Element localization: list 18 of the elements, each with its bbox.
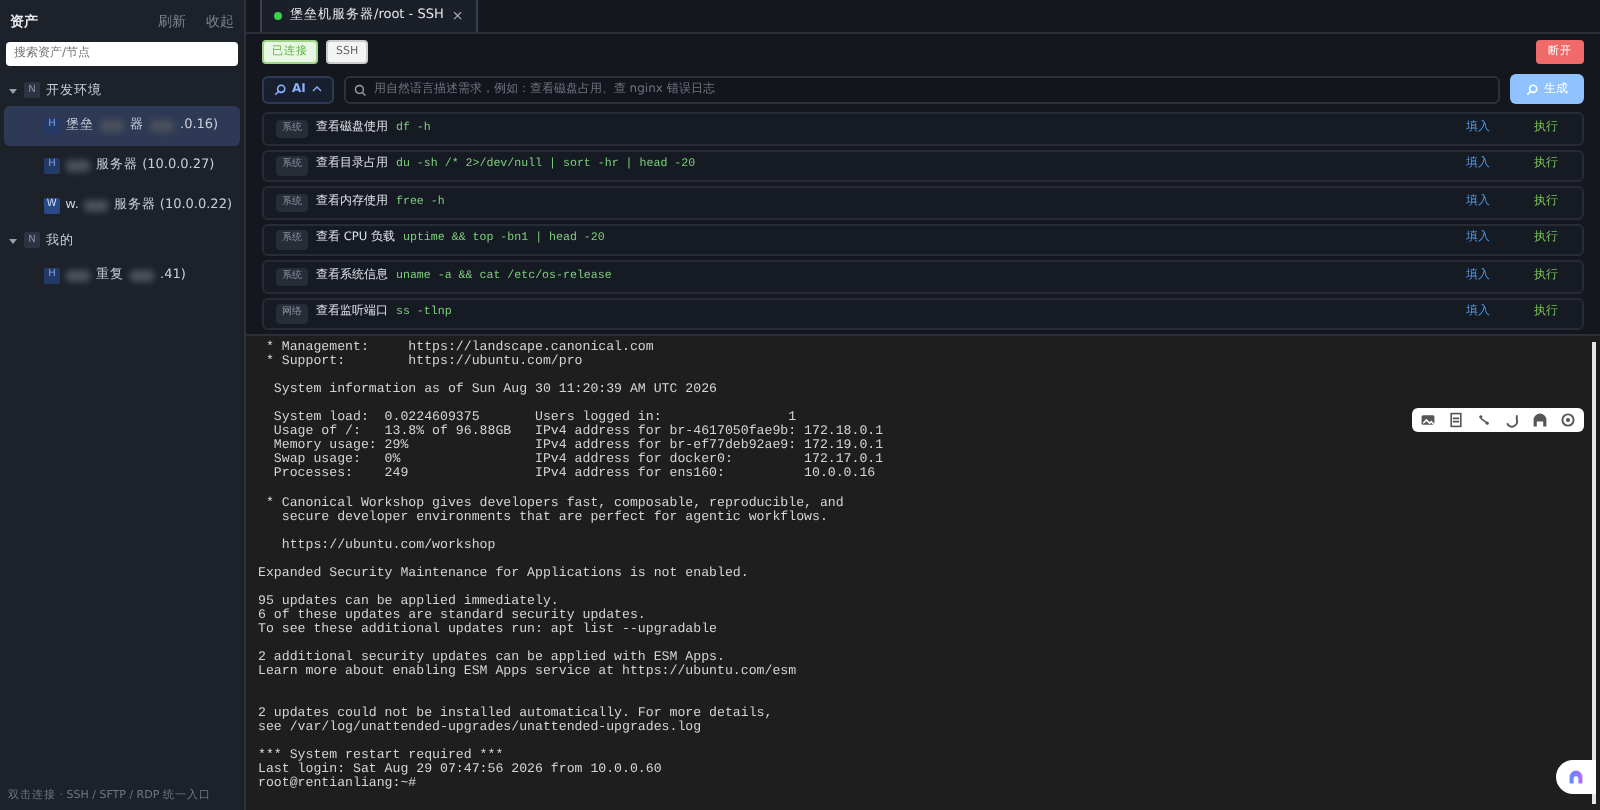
redacted-blur <box>66 270 90 283</box>
redacted-blur <box>66 159 90 172</box>
search-icon <box>353 83 366 95</box>
scrollbar[interactable] <box>1592 342 1596 804</box>
redacted-blur <box>84 199 108 212</box>
status-dot <box>274 12 282 20</box>
search-icon <box>1526 83 1538 95</box>
ai-assistant-button[interactable] <box>1556 760 1596 794</box>
branch-icon[interactable] <box>1476 412 1492 428</box>
image-icon[interactable] <box>1420 412 1436 428</box>
redacted-blur <box>100 120 124 133</box>
search-icon <box>274 83 286 95</box>
document-icon[interactable] <box>1448 412 1464 428</box>
chevron-icon <box>311 84 322 94</box>
redacted-blur <box>150 120 174 133</box>
redacted-blur <box>130 270 154 283</box>
arch-icon <box>1568 766 1584 788</box>
settings-icon[interactable] <box>1560 412 1576 428</box>
